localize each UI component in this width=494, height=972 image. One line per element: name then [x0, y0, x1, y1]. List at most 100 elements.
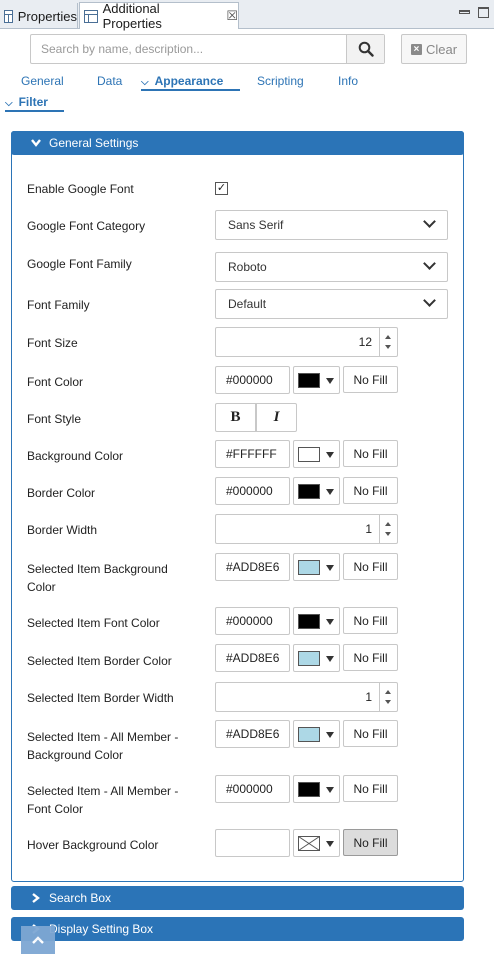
font-color-label: Font Color: [27, 375, 84, 389]
tab-properties-label: Properties: [17, 8, 77, 24]
font-size-spinner[interactable]: 12: [215, 327, 398, 357]
enable-google-font-checkbox[interactable]: ✓: [215, 182, 228, 195]
border-color-hex-input[interactable]: #000000: [215, 477, 290, 505]
selected-item-border-color-hex-input[interactable]: #ADD8E6: [215, 644, 290, 672]
minimize-icon[interactable]: [459, 10, 470, 14]
all-member-bg-picker-button[interactable]: [293, 720, 340, 748]
clear-button[interactable]: × Clear: [401, 34, 467, 64]
tab-general[interactable]: General: [21, 74, 64, 90]
border-color-picker-button[interactable]: [293, 477, 340, 505]
selected-item-bg-label: Selected Item Background Color: [27, 562, 168, 594]
close-icon[interactable]: ☒: [226, 8, 238, 24]
border-color-label: Border Color: [27, 486, 96, 500]
selected-item-border-color-nofill-button[interactable]: No Fill: [343, 644, 398, 671]
all-member-bg-nofill-button[interactable]: No Fill: [343, 720, 398, 747]
selected-item-bg-nofill-button[interactable]: No Fill: [343, 553, 398, 580]
general-settings-header[interactable]: General Settings: [11, 131, 464, 155]
selected-item-bg-picker-button[interactable]: [293, 553, 340, 581]
font-style-label: Font Style: [27, 412, 82, 426]
tab-data[interactable]: Data: [97, 74, 122, 90]
selected-item-border-width-spinner[interactable]: 1: [215, 682, 398, 712]
selected-item-bg-hex-input[interactable]: #ADD8E6: [215, 553, 290, 581]
dropdown-arrow-icon: [326, 656, 334, 662]
selected-item-font-color-picker-button[interactable]: [293, 607, 340, 635]
subtab-filter[interactable]: ⌵ Filter: [5, 95, 64, 112]
font-color-swatch: [298, 373, 320, 388]
search-box: [30, 34, 385, 64]
search-input[interactable]: [31, 35, 346, 63]
dropdown-arrow-icon: [326, 787, 334, 793]
arrow-up-icon[interactable]: [385, 522, 391, 526]
background-color-picker-button[interactable]: [293, 440, 340, 468]
background-color-hex-input[interactable]: #FFFFFF: [215, 440, 290, 468]
properties-icon: [84, 9, 98, 23]
google-font-family-select[interactable]: Roboto: [215, 252, 448, 282]
tab-scripting[interactable]: Scripting: [257, 74, 304, 90]
tab-appearance[interactable]: ⌵ Appearance: [141, 74, 240, 91]
tab-appearance-label: Appearance: [154, 74, 224, 88]
properties-icon: [4, 9, 13, 23]
all-member-bg-hex-input[interactable]: #ADD8E6: [215, 720, 290, 748]
selected-item-border-color-label: Selected Item Border Color: [27, 654, 172, 668]
hover-bg-picker-button[interactable]: [293, 829, 340, 857]
border-width-label: Border Width: [27, 523, 98, 537]
selected-item-font-color-label: Selected Item Font Color: [27, 616, 160, 630]
search-box-header[interactable]: Search Box: [11, 886, 464, 910]
hover-bg-nofill-button[interactable]: No Fill: [343, 829, 398, 856]
chevron-right-icon: [32, 893, 40, 903]
spinner-arrows[interactable]: [379, 683, 397, 711]
general-settings-panel: [11, 131, 464, 882]
selected-item-font-color-hex-input[interactable]: #000000: [215, 607, 290, 635]
google-font-category-select[interactable]: Sans Serif: [215, 210, 448, 240]
tab-properties[interactable]: Properties: [0, 3, 78, 29]
dropdown-arrow-icon: [326, 489, 334, 495]
chevron-down-icon: ⌵: [141, 77, 149, 88]
clear-x-icon: ×: [410, 43, 422, 55]
all-member-bg-label: Selected Item - All Member - Background …: [27, 730, 179, 762]
all-member-bg-swatch: [298, 727, 320, 742]
arrow-down-icon[interactable]: [385, 532, 391, 536]
all-member-font-color-nofill-button[interactable]: No Fill: [343, 775, 398, 802]
display-setting-box-title: Display Setting Box: [49, 922, 154, 936]
google-font-category-value: Sans Serif: [228, 218, 284, 232]
font-family-select[interactable]: Default: [215, 289, 448, 319]
google-font-category-label: Google Font Category: [27, 219, 146, 233]
search-box-title: Search Box: [49, 891, 112, 905]
font-color-hex-input[interactable]: #000000: [215, 366, 290, 394]
clear-button-label: Clear: [425, 41, 458, 57]
hover-bg-label: Hover Background Color: [27, 838, 159, 852]
background-color-nofill-button[interactable]: No Fill: [343, 440, 398, 467]
display-setting-box-header[interactable]: Display Setting Box: [11, 917, 464, 941]
maximize-icon[interactable]: [478, 7, 489, 18]
google-font-family-label: Google Font Family: [27, 257, 132, 271]
arrow-up-icon[interactable]: [385, 690, 391, 694]
spinner-arrows[interactable]: [379, 328, 397, 356]
hover-bg-hex-input[interactable]: [215, 829, 290, 857]
tab-additional-properties-label: Additional Properties: [102, 1, 162, 31]
all-member-font-color-picker-button[interactable]: [293, 775, 340, 803]
arrow-down-icon[interactable]: [385, 345, 391, 349]
border-color-swatch: [298, 484, 320, 499]
border-width-spinner[interactable]: 1: [215, 514, 398, 544]
search-button[interactable]: [346, 35, 384, 63]
chevron-down-icon: [423, 215, 436, 228]
font-color-nofill-button[interactable]: No Fill: [343, 366, 398, 393]
search-icon: [358, 41, 374, 57]
spinner-arrows[interactable]: [379, 515, 397, 543]
selected-item-border-color-swatch: [298, 651, 320, 666]
bold-button[interactable]: B: [215, 403, 256, 432]
arrow-up-icon[interactable]: [385, 335, 391, 339]
font-color-picker-button[interactable]: [293, 366, 340, 394]
google-font-family-value: Roboto: [228, 260, 267, 274]
selected-item-font-color-nofill-button[interactable]: No Fill: [343, 607, 398, 634]
scroll-to-top-button[interactable]: [21, 926, 55, 954]
italic-button[interactable]: I: [256, 403, 297, 432]
dropdown-arrow-icon: [326, 378, 334, 384]
selected-item-border-color-picker-button[interactable]: [293, 644, 340, 672]
tab-info[interactable]: Info: [338, 74, 358, 90]
arrow-down-icon[interactable]: [385, 700, 391, 704]
tab-additional-properties[interactable]: Additional Properties ☒: [79, 1, 239, 31]
border-color-nofill-button[interactable]: No Fill: [343, 477, 398, 504]
all-member-font-color-hex-input[interactable]: #000000: [215, 775, 290, 803]
dropdown-arrow-icon: [326, 619, 334, 625]
